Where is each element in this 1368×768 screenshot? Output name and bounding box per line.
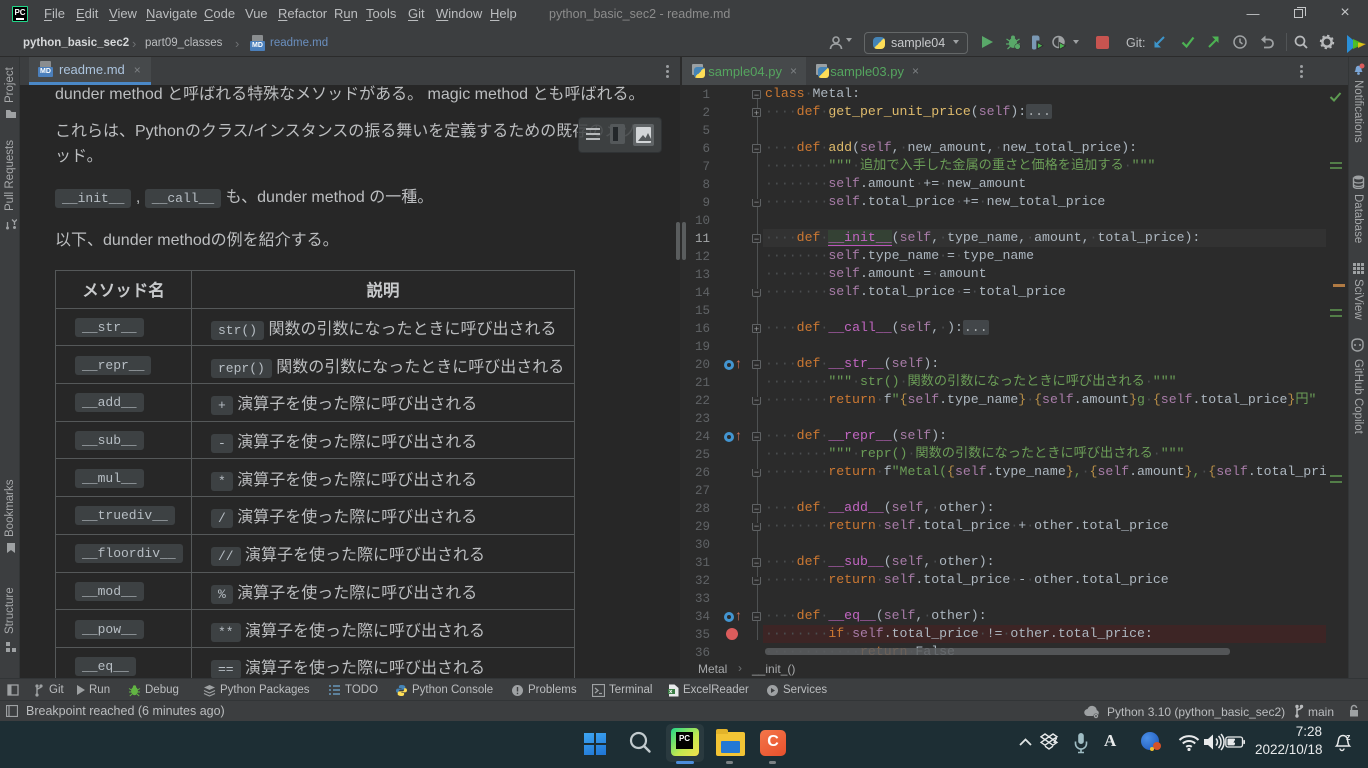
svg-text:z: z — [1346, 732, 1351, 742]
svg-text:z: z — [1053, 735, 1058, 745]
